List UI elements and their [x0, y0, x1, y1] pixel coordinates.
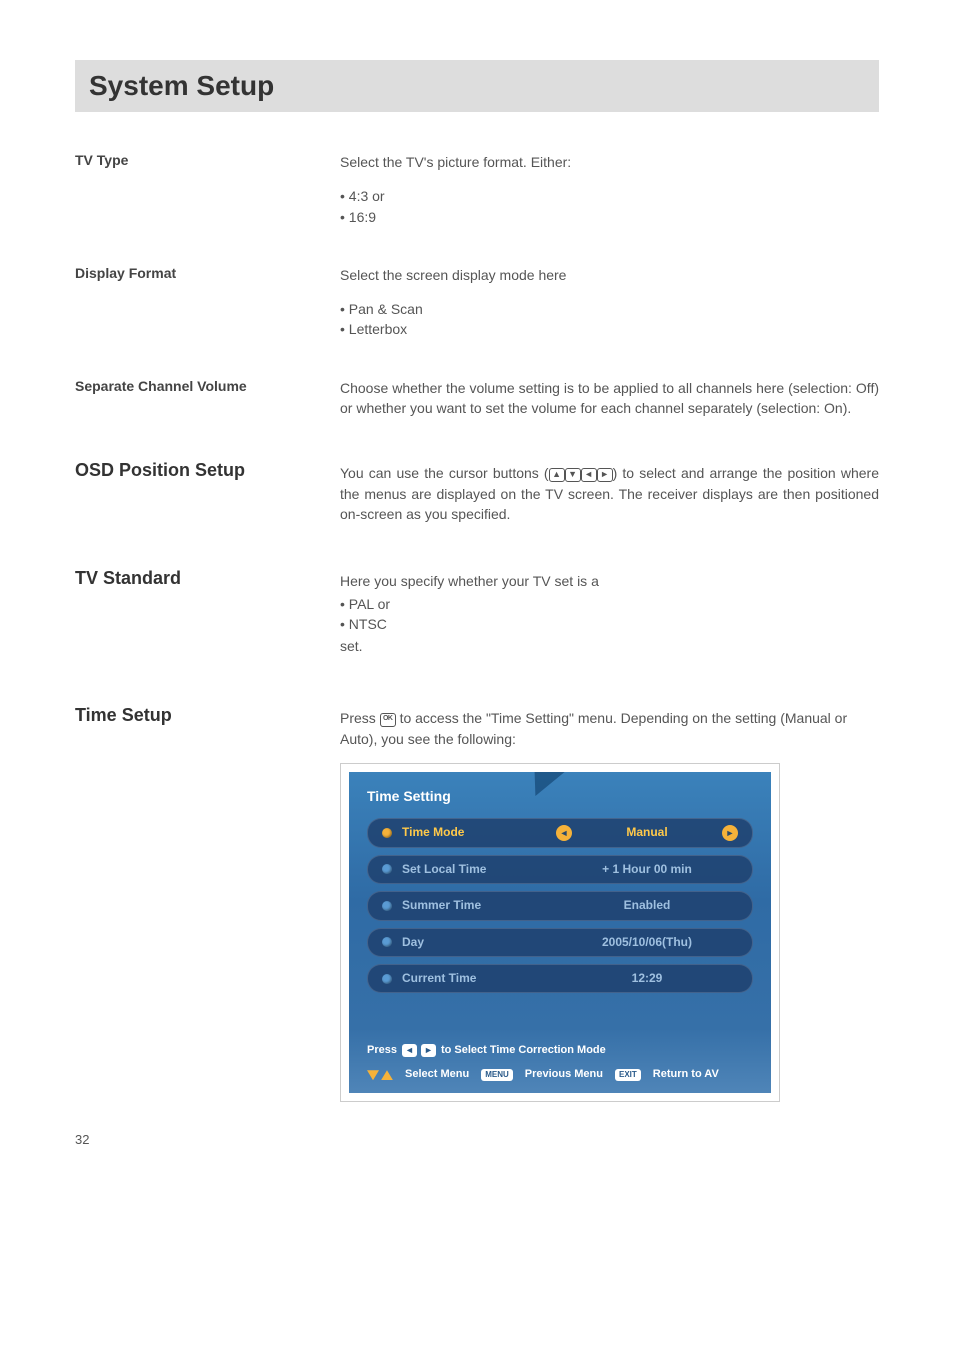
screenshot-title: Time Setting — [367, 786, 753, 806]
time-setup-heading: Time Setup — [75, 705, 340, 1102]
menu-row-name: Current Time — [402, 970, 556, 987]
menu-row-value: Manual — [572, 824, 722, 841]
display-format-item: Letterbox — [340, 319, 879, 339]
down-arrow-icon: ▼ — [565, 468, 581, 482]
menu-row: Set Local Time◄+ 1 Hour 00 min► — [367, 855, 753, 884]
tv-standard-heading: TV Standard — [75, 568, 340, 670]
menu-dot-icon — [382, 901, 392, 911]
right-arrow-icon: ► — [597, 468, 613, 482]
display-format-item: Pan & Scan — [340, 299, 879, 319]
osd-position-heading: OSD Position Setup — [75, 460, 340, 538]
menu-row-value: 12:29 — [572, 970, 722, 987]
footer-down-icon — [367, 1070, 379, 1080]
tv-type-item: 16:9 — [340, 207, 879, 227]
display-format-label: Display Format — [75, 265, 340, 281]
menu-right-arrow-icon: ► — [722, 825, 738, 841]
hint-left-icon: ◄ — [402, 1044, 417, 1057]
separate-channel-volume-label: Separate Channel Volume — [75, 378, 340, 394]
page-title: System Setup — [89, 70, 865, 102]
menu-row: Current Time◄12:29► — [367, 964, 753, 993]
ok-button-icon: OK — [380, 713, 396, 727]
menu-dot-icon — [382, 937, 392, 947]
time-setting-screenshot: Time Setting Time Mode◄Manual►Set Local … — [340, 763, 780, 1102]
tv-type-label: TV Type — [75, 152, 340, 168]
menu-dot-icon — [382, 828, 392, 838]
footer-up-icon — [381, 1070, 393, 1080]
page-title-bar: System Setup — [75, 60, 879, 112]
time-setup-text: Press OK to access the "Time Setting" me… — [340, 708, 879, 749]
tv-standard-item: PAL or — [340, 594, 879, 614]
page-number: 32 — [75, 1132, 879, 1147]
footer-exit-tag: EXIT — [615, 1069, 641, 1081]
footer-previous-menu: Previous Menu — [525, 1067, 603, 1083]
osd-position-text: You can use the cursor buttons (▲▼◄►) to… — [340, 463, 879, 524]
menu-row-value: Enabled — [572, 897, 722, 914]
menu-dot-icon — [382, 864, 392, 874]
footer-menu-tag: MENU — [481, 1069, 513, 1081]
menu-row-name: Time Mode — [402, 824, 556, 841]
tv-standard-intro: Here you specify whether your TV set is … — [340, 571, 879, 591]
tv-standard-item: NTSC — [340, 614, 879, 634]
menu-row: Time Mode◄Manual► — [367, 818, 753, 847]
display-format-intro: Select the screen display mode here — [340, 265, 879, 285]
tv-standard-outro: set. — [340, 636, 879, 656]
footer-select-menu: Select Menu — [405, 1067, 469, 1083]
menu-row-value: + 1 Hour 00 min — [572, 861, 722, 878]
hint-right-icon: ► — [421, 1044, 436, 1057]
menu-row-name: Set Local Time — [402, 861, 556, 878]
menu-row-value: 2005/10/06(Thu) — [572, 934, 722, 951]
menu-left-arrow-icon: ◄ — [556, 825, 572, 841]
screenshot-hint: Press ◄► to Select Time Correction Mode — [367, 1043, 753, 1059]
menu-row-name: Day — [402, 934, 556, 951]
separate-channel-volume-text: Choose whether the volume setting is to … — [340, 378, 879, 419]
tv-type-intro: Select the TV's picture format. Either: — [340, 152, 879, 172]
menu-dot-icon — [382, 974, 392, 984]
menu-row-name: Summer Time — [402, 897, 556, 914]
up-arrow-icon: ▲ — [549, 468, 565, 482]
left-arrow-icon: ◄ — [581, 468, 597, 482]
screenshot-footer: Select Menu MENU Previous Menu EXIT Retu… — [367, 1067, 753, 1083]
tv-type-item: 4:3 or — [340, 186, 879, 206]
menu-row: Day◄2005/10/06(Thu)► — [367, 928, 753, 957]
footer-return-av: Return to AV — [653, 1067, 719, 1083]
menu-row: Summer Time◄Enabled► — [367, 891, 753, 920]
